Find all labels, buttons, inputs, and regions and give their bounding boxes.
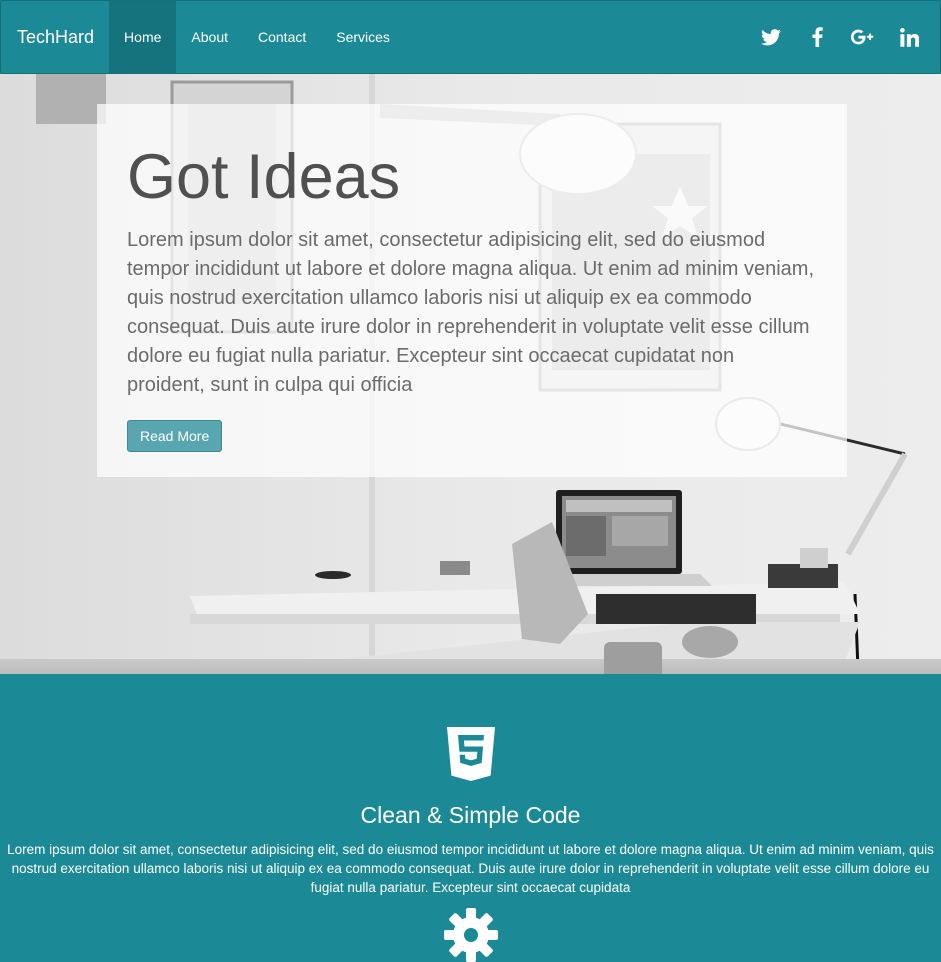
hero-text: Lorem ipsum dolor sit amet, consectetur … <box>127 229 815 396</box>
nav-links: Home About Contact Services <box>109 1 405 73</box>
google-plus-icon[interactable] <box>850 24 876 50</box>
brand-link[interactable]: TechHard <box>1 1 109 73</box>
hero-section: Got Ideas Lorem ipsum dolor sit amet, co… <box>0 74 941 674</box>
read-more-button[interactable]: Read More <box>127 420 223 452</box>
nav-link-contact[interactable]: Contact <box>243 1 321 73</box>
feature-item <box>0 727 941 781</box>
navbar: TechHard Home About Contact Services <box>0 0 941 74</box>
nav-link-services[interactable]: Services <box>321 1 405 73</box>
linkedin-icon[interactable] <box>896 24 922 50</box>
features-section: Clean & Simple Code Lorem ipsum dolor si… <box>0 674 941 962</box>
gear-icon <box>443 908 498 962</box>
facebook-icon[interactable] <box>804 24 830 50</box>
feature-title: Clean & Simple Code <box>360 802 581 828</box>
social-links <box>748 1 940 73</box>
nav-link-home[interactable]: Home <box>109 1 177 73</box>
hero-jumbotron: Got Ideas Lorem ipsum dolor sit amet, co… <box>97 104 847 477</box>
feature-item-second <box>0 908 941 962</box>
feature-text: Lorem ipsum dolor sit amet, consectetur … <box>7 842 934 895</box>
hero-title: Got Ideas <box>127 142 401 212</box>
twitter-icon[interactable] <box>758 24 784 50</box>
html5-icon <box>446 727 495 781</box>
nav-link-about[interactable]: About <box>176 1 243 73</box>
